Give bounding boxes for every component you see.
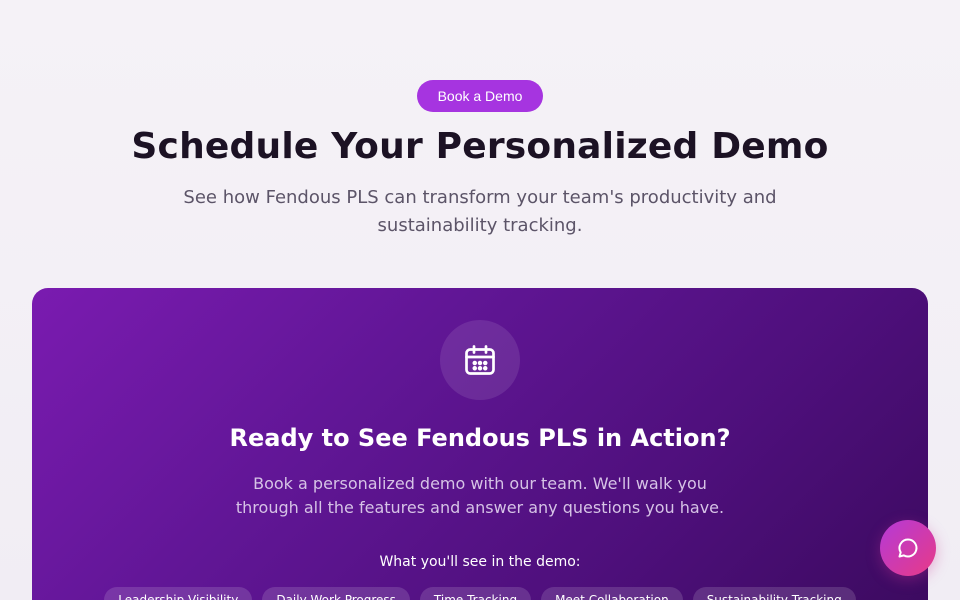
feature-chip-time-tracking: Time Tracking: [419, 587, 532, 600]
chat-bubble-icon: [898, 538, 918, 558]
book-demo-badge[interactable]: Book a Demo: [417, 80, 543, 112]
features-label: What you'll see in the demo:: [379, 554, 581, 570]
demo-card: Ready to See Fendous PLS in Action? Book…: [32, 288, 928, 600]
feature-chip-meet-collaboration: Meet Collaboration: [541, 587, 683, 600]
page-title: Schedule Your Personalized Demo: [131, 126, 829, 167]
calendar-icon: [440, 320, 520, 400]
feature-chip-leadership-visibility: Leadership Visibility: [104, 587, 253, 600]
card-title: Ready to See Fendous PLS in Action?: [229, 424, 731, 452]
feature-chip-daily-work-progress: Daily Work Progress: [262, 587, 410, 600]
feature-chip-sustainability-tracking: Sustainability Tracking: [692, 587, 856, 600]
chat-button[interactable]: [880, 520, 936, 576]
feature-chips: Leadership Visibility Daily Work Progres…: [32, 587, 928, 600]
card-subtitle: Book a personalized demo with our team. …: [235, 474, 725, 517]
page: Book a Demo Schedule Your Personalized D…: [0, 0, 960, 600]
page-subtitle: See how Fendous PLS can transform your t…: [183, 187, 777, 236]
